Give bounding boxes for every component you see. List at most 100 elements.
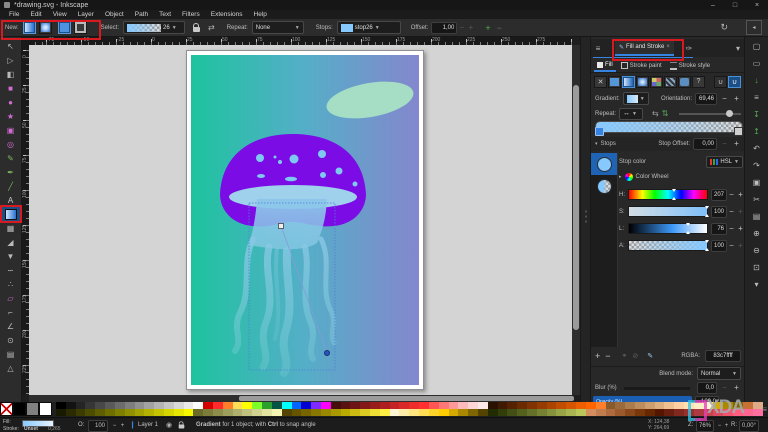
palette-swatch[interactable] <box>320 409 331 416</box>
stop-handle-start[interactable] <box>595 127 604 136</box>
close-button[interactable]: × <box>746 0 768 10</box>
palette-swatch[interactable] <box>517 402 527 409</box>
command-save-icon[interactable]: ↓ <box>750 75 764 86</box>
command-zoom-selection-icon[interactable]: ⊡ <box>750 262 764 273</box>
tool-selector[interactable]: ↖ <box>2 39 20 53</box>
slider-track-l[interactable] <box>628 223 708 234</box>
tool-paint-bucket[interactable]: ▼ <box>2 249 20 263</box>
menu-layer[interactable]: Layer <box>73 10 99 19</box>
command-more-commands-icon[interactable]: ▾ <box>750 279 764 290</box>
slider-value-a[interactable]: 100 <box>711 239 727 252</box>
palette-swatch[interactable] <box>134 402 145 409</box>
command-copy-icon[interactable]: ▣ <box>750 177 764 188</box>
maximize-button[interactable]: □ <box>724 0 746 10</box>
palette-swatch[interactable] <box>585 409 596 416</box>
zoom-input[interactable]: 76% <box>696 420 714 432</box>
palette-swatch[interactable] <box>546 402 557 409</box>
menu-edit[interactable]: Edit <box>25 10 46 19</box>
tool-connector[interactable]: ⌐ <box>2 305 20 319</box>
paint-pattern[interactable] <box>664 75 677 88</box>
palette-swatch[interactable] <box>733 402 743 409</box>
command-zoom-out-icon[interactable]: ⊖ <box>750 245 764 256</box>
palette-swatch-none[interactable] <box>0 402 13 416</box>
palette-swatch[interactable] <box>752 409 763 416</box>
palette-swatch[interactable] <box>458 402 469 409</box>
tool-text[interactable]: A <box>2 193 20 207</box>
tool-eraser[interactable]: ▱ <box>2 291 20 305</box>
palette-swatch[interactable] <box>419 409 429 416</box>
tool-gradient[interactable] <box>0 205 22 223</box>
swatches-panel-tab-icon[interactable]: ✑ <box>682 44 696 53</box>
palette-swatch[interactable] <box>399 402 410 409</box>
collapse-triangle-icon[interactable]: ▾ <box>595 141 598 147</box>
palette-swatch[interactable] <box>340 409 351 416</box>
tool-lpe[interactable]: △ <box>2 361 20 375</box>
palette-swatch[interactable] <box>664 409 675 416</box>
palette-swatch[interactable] <box>144 409 155 416</box>
palette-swatch[interactable] <box>26 402 39 416</box>
palette-swatch[interactable] <box>536 409 547 416</box>
tool-rectangle[interactable]: ■ <box>2 81 20 95</box>
paint-flat[interactable] <box>608 75 621 88</box>
palette-swatch[interactable] <box>507 402 518 409</box>
slider-track-s[interactable] <box>628 206 709 217</box>
insert-stop-icon[interactable]: + <box>485 23 490 33</box>
palette-swatch[interactable] <box>507 409 518 416</box>
gradient-link-lock-icon[interactable] <box>193 22 201 32</box>
palette-swatch[interactable] <box>232 409 243 416</box>
palette-swatch[interactable] <box>301 402 312 409</box>
palette-swatch[interactable] <box>448 409 459 416</box>
command-undo-icon[interactable]: ↶ <box>750 143 764 154</box>
palette-swatch[interactable] <box>173 409 184 416</box>
palette-swatch[interactable] <box>75 402 86 409</box>
palette-swatch[interactable] <box>684 402 694 409</box>
stops-dropdown[interactable]: stop26 ▼ <box>336 21 401 34</box>
slider-thumb[interactable] <box>725 109 733 117</box>
palette-swatch[interactable] <box>163 402 174 409</box>
palette-swatch[interactable] <box>124 402 135 409</box>
palette-swatch[interactable] <box>585 402 596 409</box>
palette-swatch[interactable] <box>576 409 586 416</box>
palette-swatch[interactable] <box>252 402 263 409</box>
palette-swatch[interactable] <box>281 409 292 416</box>
palette-swatch[interactable] <box>625 402 635 409</box>
palette-swatch[interactable] <box>527 409 537 416</box>
menu-file[interactable]: File <box>4 10 24 19</box>
palette-swatch[interactable] <box>85 402 96 409</box>
palette-swatch[interactable] <box>232 402 243 409</box>
palette-swatch[interactable] <box>674 402 684 409</box>
edit-gradient-icon[interactable]: ⇅ <box>662 109 669 118</box>
command-paste-icon[interactable]: ▤ <box>750 211 764 222</box>
palette-swatch[interactable] <box>370 402 380 409</box>
stop-item-1[interactable] <box>591 153 617 175</box>
stop-item-2[interactable] <box>591 175 617 197</box>
layer-selector[interactable]: Layer 1 <box>138 422 158 428</box>
stop-offset-input[interactable]: 0,00 <box>693 138 717 150</box>
palette-swatch[interactable] <box>605 402 616 409</box>
tool-spiral[interactable]: ◎ <box>2 137 20 151</box>
palette-swatch[interactable] <box>477 409 488 416</box>
slider-value-s[interactable]: 100 <box>711 205 727 218</box>
tool-pencil[interactable]: ✎ <box>2 151 20 165</box>
palette-swatch[interactable] <box>605 409 616 416</box>
command-export-icon[interactable]: ↥ <box>750 126 764 137</box>
blur-plus-button[interactable]: + <box>732 382 741 394</box>
palette-swatch[interactable] <box>340 402 351 409</box>
palette-swatch[interactable] <box>360 409 370 416</box>
offset-plus-button[interactable]: + <box>466 22 475 34</box>
palette-swatch[interactable] <box>654 402 665 409</box>
palette-swatch[interactable] <box>311 402 321 409</box>
palette-swatch[interactable] <box>75 409 86 416</box>
menu-text[interactable]: Text <box>154 10 176 19</box>
slider-minus-h[interactable]: − <box>727 189 736 201</box>
tab-stroke-paint[interactable]: Stroke paint <box>618 59 665 72</box>
palette-swatch[interactable] <box>370 409 380 416</box>
horizontal-scrollbar[interactable] <box>29 395 574 402</box>
palette-swatch[interactable] <box>330 409 341 416</box>
vertical-ruler[interactable]: 0255075100125150175200225250275300 <box>22 45 29 395</box>
palette-swatch[interactable] <box>527 402 537 409</box>
unlink-stops-icon[interactable]: ⊘ <box>632 352 638 360</box>
color-wheel-row[interactable]: ▸ Color Wheel <box>619 171 745 183</box>
palette-swatch[interactable] <box>644 402 655 409</box>
tool-tweak[interactable]: ∽ <box>2 263 20 277</box>
